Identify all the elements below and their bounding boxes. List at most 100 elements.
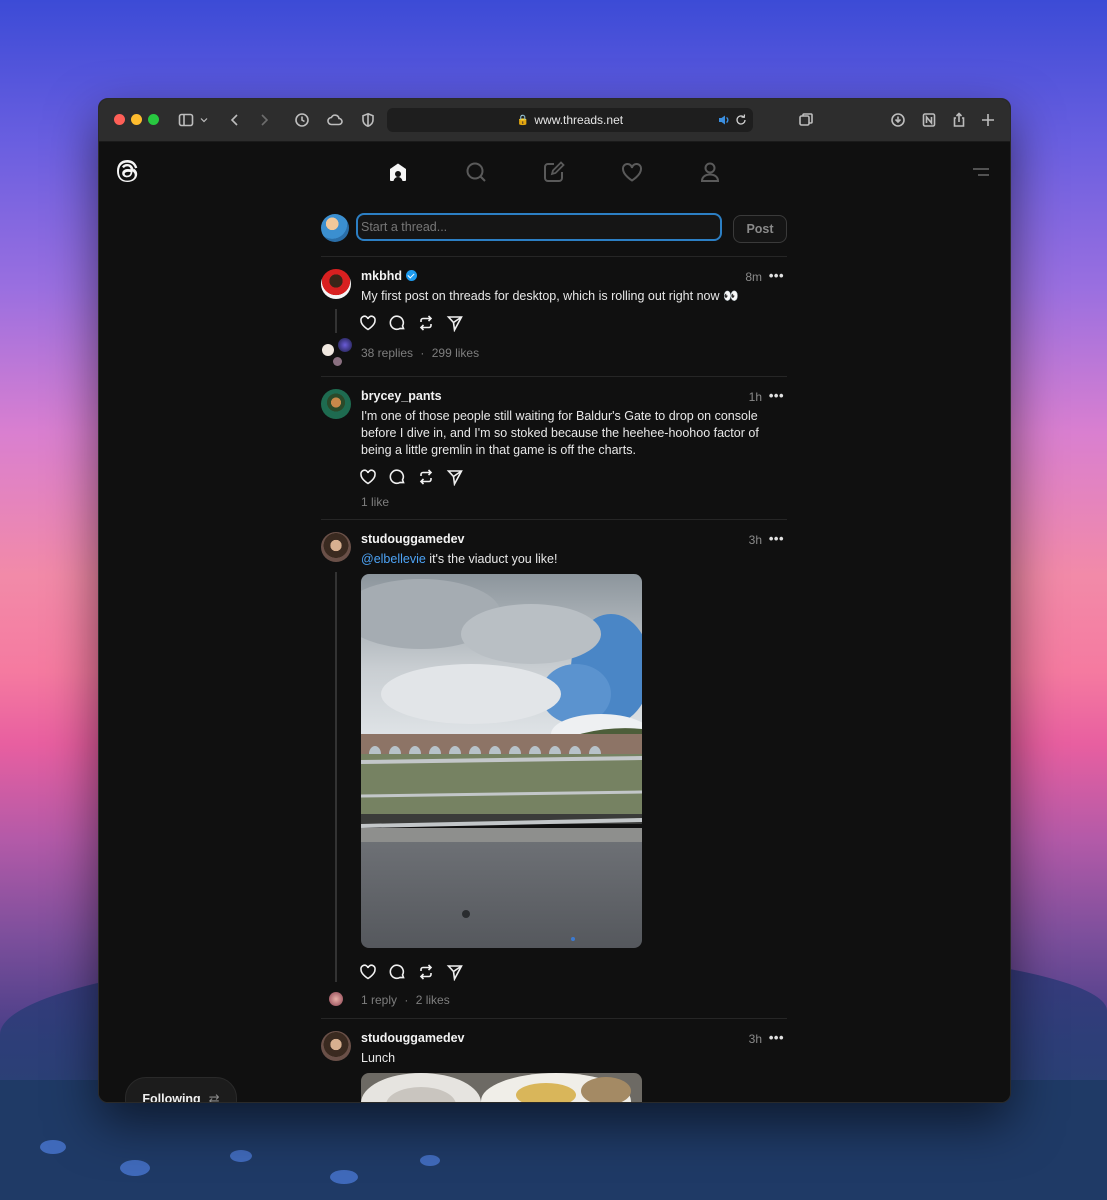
swap-arrows-icon: ⇄ (208, 1091, 220, 1103)
post-text: I'm one of those people still waiting fo… (361, 409, 759, 457)
post-time: 8m (745, 270, 762, 284)
feed-switcher-button[interactable]: Following ⇄ (125, 1077, 237, 1103)
author-avatar[interactable] (321, 269, 351, 299)
more-options-icon[interactable]: ••• (769, 531, 784, 546)
author-avatar[interactable] (321, 1031, 351, 1061)
author-username[interactable]: studouggamedev (361, 532, 465, 546)
reply-icon[interactable] (388, 468, 406, 486)
history-icon[interactable] (292, 110, 312, 130)
chevron-down-icon[interactable] (198, 110, 210, 130)
minimize-window-button[interactable] (131, 114, 142, 125)
feed: mkbhd 8m ••• My first post on threads fo… (321, 256, 787, 1102)
menu-icon[interactable] (972, 166, 990, 178)
reply-icon[interactable] (388, 963, 406, 981)
share-icon[interactable] (949, 110, 969, 130)
address-bar[interactable]: 🔒 www.threads.net (387, 108, 753, 132)
author-avatar[interactable] (321, 389, 351, 419)
forward-icon[interactable] (254, 110, 274, 130)
reply-avatar (333, 357, 342, 366)
privacy-shield-icon[interactable] (358, 110, 378, 130)
lock-icon: 🔒 (516, 114, 530, 126)
repost-icon[interactable] (417, 468, 435, 486)
threads-app: Start a thread... Post mkbhd 8m ••• My f… (99, 142, 1010, 1102)
post-text: My first post on threads for desktop, wh… (361, 289, 739, 303)
notion-extension-icon[interactable] (919, 110, 939, 130)
post-stats: 38 replies · 299 likes (361, 346, 479, 360)
back-icon[interactable] (225, 110, 245, 130)
post-actions (359, 963, 464, 982)
post-button[interactable]: Post (733, 215, 787, 243)
new-tab-icon[interactable] (978, 110, 998, 130)
viaduct-photo-image (361, 574, 642, 948)
zoom-window-button[interactable] (148, 114, 159, 125)
nav-activity-heart-icon[interactable] (619, 159, 645, 185)
author-username[interactable]: mkbhd (361, 269, 417, 283)
composer: Start a thread... Post (321, 213, 787, 246)
wallpaper-flower (420, 1155, 440, 1166)
post-body-text: it's the viaduct you like! (425, 552, 558, 566)
verified-badge-icon (405, 270, 417, 281)
wallpaper-flower (120, 1160, 150, 1176)
cloud-tabs-icon[interactable] (325, 110, 345, 130)
start-thread-placeholder: Start a thread... (361, 220, 448, 234)
start-thread-input[interactable]: Start a thread... (356, 213, 722, 241)
likes-count[interactable]: 2 likes (416, 993, 450, 1007)
replies-count[interactable]: 1 reply (361, 993, 397, 1007)
like-icon[interactable] (359, 314, 377, 332)
post-item: studouggamedev 3h ••• @elbellevie it's t… (321, 519, 787, 1018)
share-icon[interactable] (446, 314, 464, 333)
username-text: mkbhd (361, 269, 402, 283)
reply-avatar (322, 344, 334, 356)
likes-count[interactable]: 299 likes (432, 346, 479, 360)
post-actions (359, 468, 464, 487)
reply-icon[interactable] (388, 314, 406, 332)
post-photo[interactable] (361, 574, 642, 948)
reply-avatar (329, 992, 343, 1006)
stats-separator: · (420, 346, 425, 360)
nav-profile-icon[interactable] (697, 159, 723, 185)
post-photo[interactable] (361, 1073, 642, 1102)
like-icon[interactable] (359, 468, 377, 486)
nav-compose-icon[interactable] (541, 159, 567, 185)
post-text: Lunch (361, 1051, 396, 1065)
thread-line (335, 572, 337, 982)
close-window-button[interactable] (114, 114, 125, 125)
nav-home-icon[interactable] (385, 159, 411, 185)
downloads-icon[interactable] (888, 110, 908, 130)
threads-logo-icon[interactable] (113, 156, 143, 186)
sidebar-toggle-icon[interactable] (176, 110, 196, 130)
nav-search-icon[interactable] (463, 159, 489, 185)
post-item: mkbhd 8m ••• My first post on threads fo… (321, 256, 787, 376)
replies-count[interactable]: 38 replies (361, 346, 413, 360)
post-item: brycey_pants 1h ••• I'm one of those peo… (321, 376, 787, 519)
audio-playing-icon[interactable] (717, 113, 731, 127)
more-options-icon[interactable]: ••• (769, 268, 784, 283)
post-actions (359, 314, 464, 333)
browser-window: 🔒 www.threads.net Start a thread... Post… (98, 98, 1011, 1103)
url-text: www.threads.net (534, 113, 624, 127)
like-icon[interactable] (359, 963, 377, 981)
repost-icon[interactable] (417, 314, 435, 332)
mention-link[interactable]: @elbellevie (361, 552, 426, 566)
following-label: Following (142, 1092, 201, 1103)
more-options-icon[interactable]: ••• (769, 388, 784, 403)
lunch-photo-image (361, 1073, 642, 1102)
author-username[interactable]: brycey_pants (361, 389, 442, 403)
tab-overview-icon[interactable] (796, 110, 816, 130)
my-avatar[interactable] (321, 214, 349, 242)
wallpaper-flower (330, 1170, 358, 1184)
post-time: 3h (748, 533, 762, 547)
post-item: studouggamedev 3h ••• Lunch (321, 1018, 787, 1102)
post-time: 1h (748, 390, 762, 404)
post-stats: 1 reply · 2 likes (361, 993, 450, 1007)
reply-avatar (338, 338, 352, 352)
share-icon[interactable] (446, 468, 464, 487)
share-icon[interactable] (446, 963, 464, 982)
likes-count[interactable]: 1 like (361, 495, 389, 509)
repost-icon[interactable] (417, 963, 435, 981)
post-stats: 1 like (361, 495, 389, 509)
reload-icon[interactable] (734, 113, 748, 127)
author-avatar[interactable] (321, 532, 351, 562)
more-options-icon[interactable]: ••• (769, 1030, 784, 1045)
author-username[interactable]: studouggamedev (361, 1031, 465, 1045)
